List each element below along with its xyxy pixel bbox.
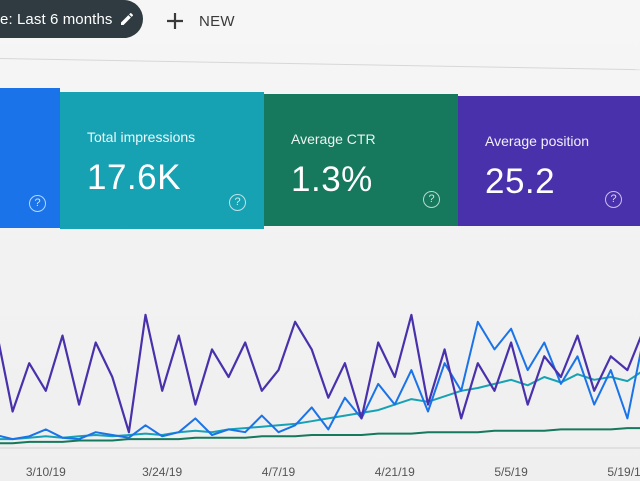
new-button-label: NEW — [199, 12, 235, 30]
date-range-filter-chip[interactable]: e: Last 6 months — [0, 0, 143, 38]
toolbar-divider — [0, 58, 640, 71]
plus-icon — [167, 13, 183, 29]
chart-series-line — [0, 371, 640, 441]
chart-x-tick-label: 5/5/19 — [494, 465, 528, 479]
chart-series-line — [0, 313, 640, 434]
metric-value: 25.2 — [485, 162, 556, 201]
toolbar: e: Last 6 months NEW — [0, 0, 640, 71]
metric-value: 1.3% — [291, 160, 373, 199]
chart-x-tick-label: 3/10/19 — [26, 465, 66, 479]
new-filter-button[interactable]: NEW — [165, 8, 235, 34]
performance-chart-svg: 3/10/19 3/24/19 4/7/19 4/21/19 5/5/19 5/19/19 — [0, 313, 640, 479]
metric-card-average-position[interactable]: Average position 25.2 ? — [458, 96, 640, 226]
metric-title: Total impressions — [87, 129, 196, 145]
metric-card-total-impressions[interactable]: Total impressions 17.6K ? — [60, 92, 264, 229]
help-icon[interactable]: ? — [605, 191, 622, 208]
metric-title: Average position — [485, 133, 590, 149]
metric-card-total-clicks[interactable]: ? — [0, 88, 60, 228]
help-icon[interactable]: ? — [229, 194, 246, 211]
pencil-icon[interactable] — [119, 11, 135, 27]
help-icon[interactable]: ? — [423, 191, 440, 208]
metric-card-average-ctr[interactable]: Average CTR 1.3% ? — [264, 94, 458, 226]
chart-x-tick-label: 4/7/19 — [262, 465, 296, 479]
chart-series-line — [0, 320, 640, 441]
chart-x-tick-label: 4/21/19 — [375, 465, 415, 479]
chart-x-tick-label: 3/24/19 — [142, 465, 182, 479]
search-console-screen: e: Last 6 months NEW ? Total impressions… — [0, 0, 640, 481]
date-range-label: e: Last 6 months — [0, 10, 113, 28]
metric-cards: ? Total impressions 17.6K ? Average CTR … — [0, 84, 640, 229]
metric-value: 17.6K — [87, 158, 181, 197]
performance-chart[interactable]: 3/10/19 3/24/19 4/7/19 4/21/19 5/5/19 5/19/19 — [0, 240, 640, 481]
chart-x-tick-label: 5/19/19 — [607, 465, 640, 479]
metric-title: Average CTR — [291, 131, 376, 147]
help-icon[interactable]: ? — [29, 195, 46, 212]
